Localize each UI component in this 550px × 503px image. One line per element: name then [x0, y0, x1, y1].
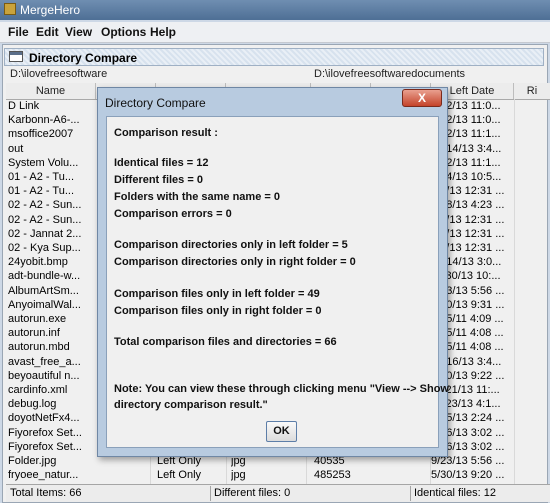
close-icon: X	[417, 91, 426, 105]
menu-file[interactable]: File	[8, 25, 29, 39]
window-icon	[9, 51, 23, 62]
cell-status: Left Only	[157, 469, 202, 482]
cell-name: out	[8, 142, 24, 155]
app-icon	[4, 3, 16, 15]
cell-name: 02 - A2 - Sun...	[8, 199, 82, 212]
table-row[interactable]: fryoee_natur... Left Only jpg 485253 5/30/13…	[8, 468, 548, 482]
window-title: MergeHero	[20, 3, 81, 17]
result-errors: Comparison errors = 0	[114, 208, 232, 220]
cell-name: Karbonn-A6-...	[8, 114, 80, 127]
status-separator	[410, 486, 411, 501]
cell-name: Folder.jpg	[8, 455, 57, 467]
ok-button[interactable]: OK	[266, 421, 297, 442]
cell-name: avast_free_a...	[8, 355, 81, 368]
status-identical: Identical files: 12	[414, 487, 496, 499]
cell-left-date: 5/30/13 9:20 ...	[431, 469, 505, 482]
result-different: Different files = 0	[114, 174, 203, 186]
result-heading: Comparison result :	[114, 127, 218, 139]
result-folders-same: Folders with the same name = 0	[114, 191, 280, 203]
panel-title: Directory Compare	[29, 51, 138, 65]
result-note-line2: directory comparison result."	[114, 399, 268, 411]
menu-options[interactable]: Options	[101, 25, 146, 39]
menu-bar: File Edit View Options Help	[0, 22, 550, 43]
directory-compare-dialog: Directory Compare X Comparison result : …	[97, 87, 449, 457]
cell-name: Fiyorefox Set...	[8, 426, 82, 439]
result-files-right: Comparison files only in right folder = …	[114, 305, 322, 317]
dialog-title: Directory Compare	[105, 96, 206, 110]
cell-name: beyoautiful n...	[8, 369, 80, 382]
cell-name: AnyoimalWal...	[8, 298, 81, 311]
result-dirs-left: Comparison directories only in left fold…	[114, 239, 348, 251]
column-right-date[interactable]: Ri	[514, 83, 550, 99]
cell-name: fryoee_natur...	[8, 469, 79, 482]
cell-name: doyotNetFx4...	[8, 412, 80, 425]
cell-name: msoffice2007	[8, 128, 74, 141]
cell-name: autorun.exe	[8, 313, 67, 325]
cell-name: adt-bundle-w...	[8, 270, 81, 283]
cell-name: 01 - A2 - Tu...	[8, 171, 75, 183]
cell-name: Fiyorefox Set...	[8, 440, 82, 453]
cell-size: 485253	[314, 469, 351, 482]
dialog-body: Comparison result : Identical files = 12…	[106, 116, 449, 448]
cell-name: 24yobit.bmp	[8, 256, 68, 269]
cell-name: 02 - Kya Sup...	[8, 242, 81, 254]
status-total: Total Items: 66	[10, 487, 82, 499]
title-bar: MergeHero	[0, 0, 550, 20]
cell-type: jpg	[231, 469, 246, 482]
menu-edit[interactable]: Edit	[36, 25, 59, 39]
status-separator	[210, 486, 211, 501]
cell-name: 01 - A2 - Tu...	[8, 185, 75, 198]
cell-name: 02 - Jannat 2...	[8, 227, 82, 240]
panel-title-bar: Directory Compare	[4, 48, 544, 66]
status-different: Different files: 0	[214, 487, 291, 499]
menu-help[interactable]: Help	[150, 25, 176, 39]
result-identical: Identical files = 12	[114, 157, 209, 169]
left-path: D:\ilovefreesoftware	[10, 68, 108, 80]
cell-name: 02 - A2 - Sun...	[8, 213, 82, 226]
status-bar: Total Items: 66 Different files: 0 Ident…	[6, 484, 550, 502]
cell-name: debug.log	[8, 398, 57, 411]
column-name[interactable]: Name	[6, 83, 96, 99]
result-total: Total comparison files and directories =…	[114, 336, 337, 348]
cell-name: D Link	[8, 100, 40, 112]
cell-name: autorun.inf	[8, 327, 60, 340]
cell-name: System Volu...	[8, 156, 79, 169]
result-dirs-right: Comparison directories only in right fol…	[114, 256, 356, 268]
menu-view[interactable]: View	[65, 25, 92, 39]
result-files-left: Comparison files only in left folder = 4…	[114, 288, 320, 300]
close-button[interactable]: X	[402, 89, 442, 107]
cell-name: cardinfo.xml	[8, 384, 68, 396]
right-path: D:\ilovefreesoftwaredocuments	[314, 68, 466, 80]
cell-name: AlbumArtSm...	[8, 284, 79, 297]
cell-name: autorun.mbd	[8, 341, 70, 354]
result-note-line1: Note: You can view these through clickin…	[114, 383, 449, 395]
